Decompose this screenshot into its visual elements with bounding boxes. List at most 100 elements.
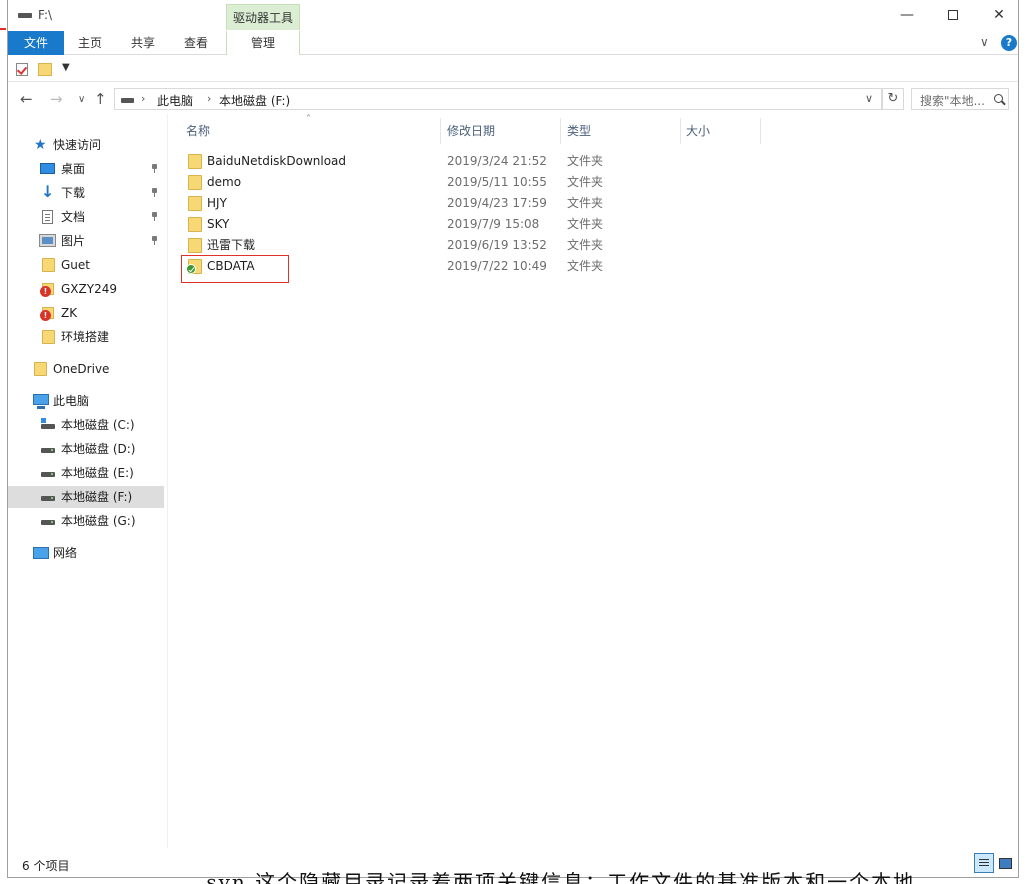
details-view-icon[interactable] <box>974 853 994 873</box>
folder-icon <box>188 238 202 253</box>
file-row[interactable]: SKY 2019/7/9 15:08 文件夹 <box>180 214 760 235</box>
nav-drive-c[interactable]: 本地磁盘 (C:) <box>8 414 164 436</box>
nav-item-gxzy249[interactable]: ! GXZY249 <box>8 278 164 300</box>
column-divider[interactable] <box>760 118 761 144</box>
refresh-button[interactable]: ↻ <box>882 88 904 110</box>
nav-network[interactable]: 网络 <box>8 542 164 564</box>
column-header-name[interactable]: 名称 <box>186 114 436 148</box>
drive-icon <box>41 520 55 525</box>
breadcrumb-drive-f[interactable]: 本地磁盘 (F:) <box>219 92 290 109</box>
file-row[interactable]: 迅雷下载 2019/6/19 13:52 文件夹 <box>180 235 760 256</box>
maximize-button[interactable] <box>930 0 976 30</box>
file-name: HJY <box>207 196 227 210</box>
network-icon <box>33 547 49 559</box>
nav-item-guet[interactable]: Guet <box>8 254 164 276</box>
nav-item-label: 图片 <box>61 234 86 248</box>
breadcrumb-chevron-icon[interactable]: › <box>141 92 145 105</box>
file-type: 文件夹 <box>567 259 604 273</box>
pin-icon[interactable] <box>151 236 158 245</box>
address-dropdown-icon[interactable]: ∨ <box>865 92 873 105</box>
column-divider[interactable] <box>680 118 681 144</box>
pin-icon[interactable] <box>151 164 158 173</box>
nav-drive-label: 本地磁盘 (G:) <box>61 514 136 528</box>
file-row[interactable]: demo 2019/5/11 10:55 文件夹 <box>180 172 760 193</box>
tab-view[interactable]: 查看 <box>176 31 216 55</box>
drive-icon <box>41 496 55 501</box>
column-divider[interactable] <box>440 118 441 144</box>
drive-icon <box>18 9 34 21</box>
expand-ribbon-chevron-icon[interactable]: ∨ <box>980 35 989 49</box>
drive-icon <box>41 472 55 477</box>
pin-icon[interactable] <box>151 188 158 197</box>
properties-icon[interactable] <box>16 63 28 76</box>
help-icon[interactable]: ? <box>1001 35 1017 51</box>
pin-icon[interactable] <box>151 212 158 221</box>
customize-toolbar-dropdown-icon[interactable]: ▼ <box>62 62 70 73</box>
nav-drive-f[interactable]: 本地磁盘 (F:) <box>8 486 164 508</box>
nav-item-pictures[interactable]: 图片 <box>8 230 164 252</box>
file-list-pane: ˄ 名称 修改日期 类型 大小 BaiduNetdiskDownload 201… <box>167 114 1019 848</box>
forward-arrow-icon[interactable]: → <box>50 90 63 108</box>
column-header-date[interactable]: 修改日期 <box>447 114 557 148</box>
nav-item-desktop[interactable]: 桌面 <box>8 158 164 180</box>
search-input[interactable]: 搜索"本地... <box>911 88 1009 110</box>
nav-drive-d[interactable]: 本地磁盘 (D:) <box>8 438 164 460</box>
download-icon: ↓ <box>41 182 55 201</box>
search-icon <box>994 94 1003 103</box>
folder-icon <box>188 175 202 190</box>
recent-locations-chevron-icon[interactable]: ∨ <box>78 94 85 105</box>
folder-icon <box>188 196 202 211</box>
nav-item-label: 环境搭建 <box>61 330 110 344</box>
nav-item-label: 桌面 <box>61 162 86 176</box>
nav-item-zk[interactable]: ! ZK <box>8 302 164 324</box>
nav-item-documents[interactable]: 文档 <box>8 206 164 228</box>
minimize-button[interactable]: — <box>884 0 930 30</box>
nav-item-label: GXZY249 <box>61 282 117 296</box>
address-bar[interactable]: › 此电脑 › 本地磁盘 (F:) ∨ <box>114 88 882 110</box>
close-button[interactable]: ✕ <box>976 0 1022 30</box>
file-type: 文件夹 <box>567 196 604 210</box>
nav-this-pc[interactable]: 此电脑 <box>8 390 164 412</box>
tab-share[interactable]: 共享 <box>123 31 163 55</box>
maximize-icon <box>948 10 958 20</box>
drive-icon <box>41 448 55 453</box>
up-arrow-icon[interactable]: ↑ <box>94 90 107 108</box>
computer-icon <box>33 394 49 409</box>
nav-drive-g[interactable]: 本地磁盘 (G:) <box>8 510 164 532</box>
system-drive-icon <box>41 418 55 429</box>
title-bar: F:\ 驱动器工具 — ✕ <box>8 0 1018 32</box>
folder-icon <box>188 217 202 232</box>
tab-manage[interactable]: 管理 <box>226 31 300 55</box>
new-folder-icon[interactable] <box>38 63 52 76</box>
nav-onedrive[interactable]: OneDrive <box>8 358 164 380</box>
file-row[interactable]: HJY 2019/4/23 17:59 文件夹 <box>180 193 760 214</box>
item-count: 6 个项目 <box>22 859 70 873</box>
desktop-icon <box>40 163 55 174</box>
nav-item-downloads[interactable]: ↓ 下载 <box>8 182 164 204</box>
tab-home[interactable]: 主页 <box>70 31 110 55</box>
column-divider[interactable] <box>560 118 561 144</box>
folder-error-icon: ! <box>40 307 54 321</box>
document-icon <box>42 210 53 224</box>
file-date: 2019/6/19 13:52 <box>447 238 547 252</box>
file-explorer-window: F:\ 驱动器工具 — ✕ 文件 主页 共享 查看 管理 ∨ ? ▼ ← → ∨… <box>7 0 1019 878</box>
quick-access-toolbar: ▼ <box>8 56 1018 82</box>
file-name: SKY <box>207 217 230 231</box>
picture-icon <box>39 234 56 247</box>
drive-icon <box>121 98 134 103</box>
breadcrumb-chevron-icon[interactable]: › <box>207 92 211 105</box>
large-icons-view-icon[interactable] <box>996 854 1014 872</box>
column-header-size[interactable]: 大小 <box>686 114 756 148</box>
folder-icon <box>34 362 47 376</box>
nav-quick-access[interactable]: ★ 快速访问 <box>8 134 164 156</box>
breadcrumb-this-pc[interactable]: 此电脑 <box>157 92 193 109</box>
column-header-type[interactable]: 类型 <box>567 114 677 148</box>
file-row[interactable]: BaiduNetdiskDownload 2019/3/24 21:52 文件夹 <box>180 151 760 172</box>
star-icon: ★ <box>34 137 47 153</box>
tab-file[interactable]: 文件 <box>8 31 64 55</box>
nav-item-env-setup[interactable]: 环境搭建 <box>8 326 164 348</box>
back-arrow-icon[interactable]: ← <box>20 90 33 108</box>
close-icon: ✕ <box>993 7 1005 23</box>
nav-quick-access-label: 快速访问 <box>53 138 102 152</box>
nav-drive-e[interactable]: 本地磁盘 (E:) <box>8 462 164 484</box>
